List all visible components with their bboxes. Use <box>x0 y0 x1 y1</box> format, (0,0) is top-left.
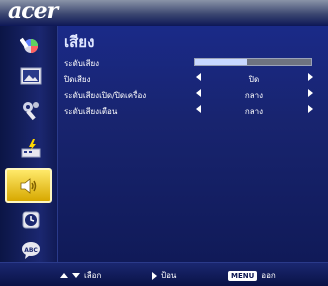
left-arrow-icon[interactable] <box>196 105 201 113</box>
alarm-volume-value: กลาง <box>244 107 264 116</box>
sidebar-item-settings[interactable] <box>16 96 46 124</box>
volume-row[interactable]: ระดับเสียง <box>58 54 328 70</box>
right-arrow-icon[interactable] <box>308 73 313 81</box>
right-arrow-icon <box>152 271 157 280</box>
footer-hint-bar: เลือก ป้อน MENU ออก <box>0 262 328 286</box>
color-wheel-icon <box>20 36 42 56</box>
audio-settings-panel: เสียง ระดับเสียง ปิดเสียง ปิด ระดับเสียง… <box>58 26 328 262</box>
select-hint: เลือก <box>60 269 101 282</box>
acer-logo: acer <box>8 0 58 24</box>
alarm-volume-label: ระดับเสียงเตือน <box>64 107 118 116</box>
volume-slider[interactable] <box>194 58 312 66</box>
down-arrow-icon <box>72 273 80 278</box>
projector-osd-menu: acer ABC เสียง ระดับเสียง ปิดเสียง ปิด ร… <box>0 0 328 286</box>
left-arrow-icon[interactable] <box>196 73 201 81</box>
mute-row[interactable]: ปิดเสียง ปิด <box>58 70 328 86</box>
page-title: เสียง <box>64 33 95 51</box>
volume-label: ระดับเสียง <box>64 59 100 68</box>
left-arrow-icon[interactable] <box>196 89 201 97</box>
exit-hint-label: ออก <box>261 271 276 280</box>
mute-label: ปิดเสียง <box>64 75 91 84</box>
management-icon <box>20 137 42 159</box>
header-bar: acer <box>0 0 328 26</box>
up-arrow-icon <box>60 273 68 278</box>
sidebar-item-image[interactable] <box>16 62 46 90</box>
menu-key-badge: MENU <box>228 270 258 281</box>
power-on-off-volume-label: ระดับเสียงเปิด/ปิดเครื่อง <box>64 91 147 100</box>
settings-wrench-icon <box>20 99 42 121</box>
enter-hint: ป้อน <box>152 269 176 282</box>
sidebar-item-color[interactable] <box>16 32 46 60</box>
exit-hint: MENU ออก <box>228 269 276 282</box>
image-icon <box>20 67 42 85</box>
right-arrow-icon[interactable] <box>308 89 313 97</box>
power-on-off-volume-value: กลาง <box>244 91 264 100</box>
sidebar-item-management[interactable] <box>16 134 46 162</box>
speaker-icon <box>18 176 40 196</box>
volume-slider-fill <box>195 59 248 65</box>
right-arrow-icon[interactable] <box>308 105 313 113</box>
language-abc-icon: ABC <box>20 240 42 260</box>
power-on-off-volume-row[interactable]: ระดับเสียงเปิด/ปิดเครื่อง กลาง <box>58 86 328 102</box>
timer-clock-icon <box>21 210 41 230</box>
alarm-volume-row[interactable]: ระดับเสียงเตือน กลาง <box>58 102 328 118</box>
sidebar-item-timer[interactable] <box>16 206 46 234</box>
menu-sidebar: ABC <box>0 26 58 262</box>
select-hint-label: เลือก <box>84 271 102 280</box>
enter-hint-label: ป้อน <box>161 271 177 280</box>
mute-value: ปิด <box>248 75 260 84</box>
sidebar-item-audio[interactable] <box>5 168 52 203</box>
sidebar-item-language[interactable]: ABC <box>16 236 46 264</box>
svg-text:ABC: ABC <box>24 247 38 254</box>
